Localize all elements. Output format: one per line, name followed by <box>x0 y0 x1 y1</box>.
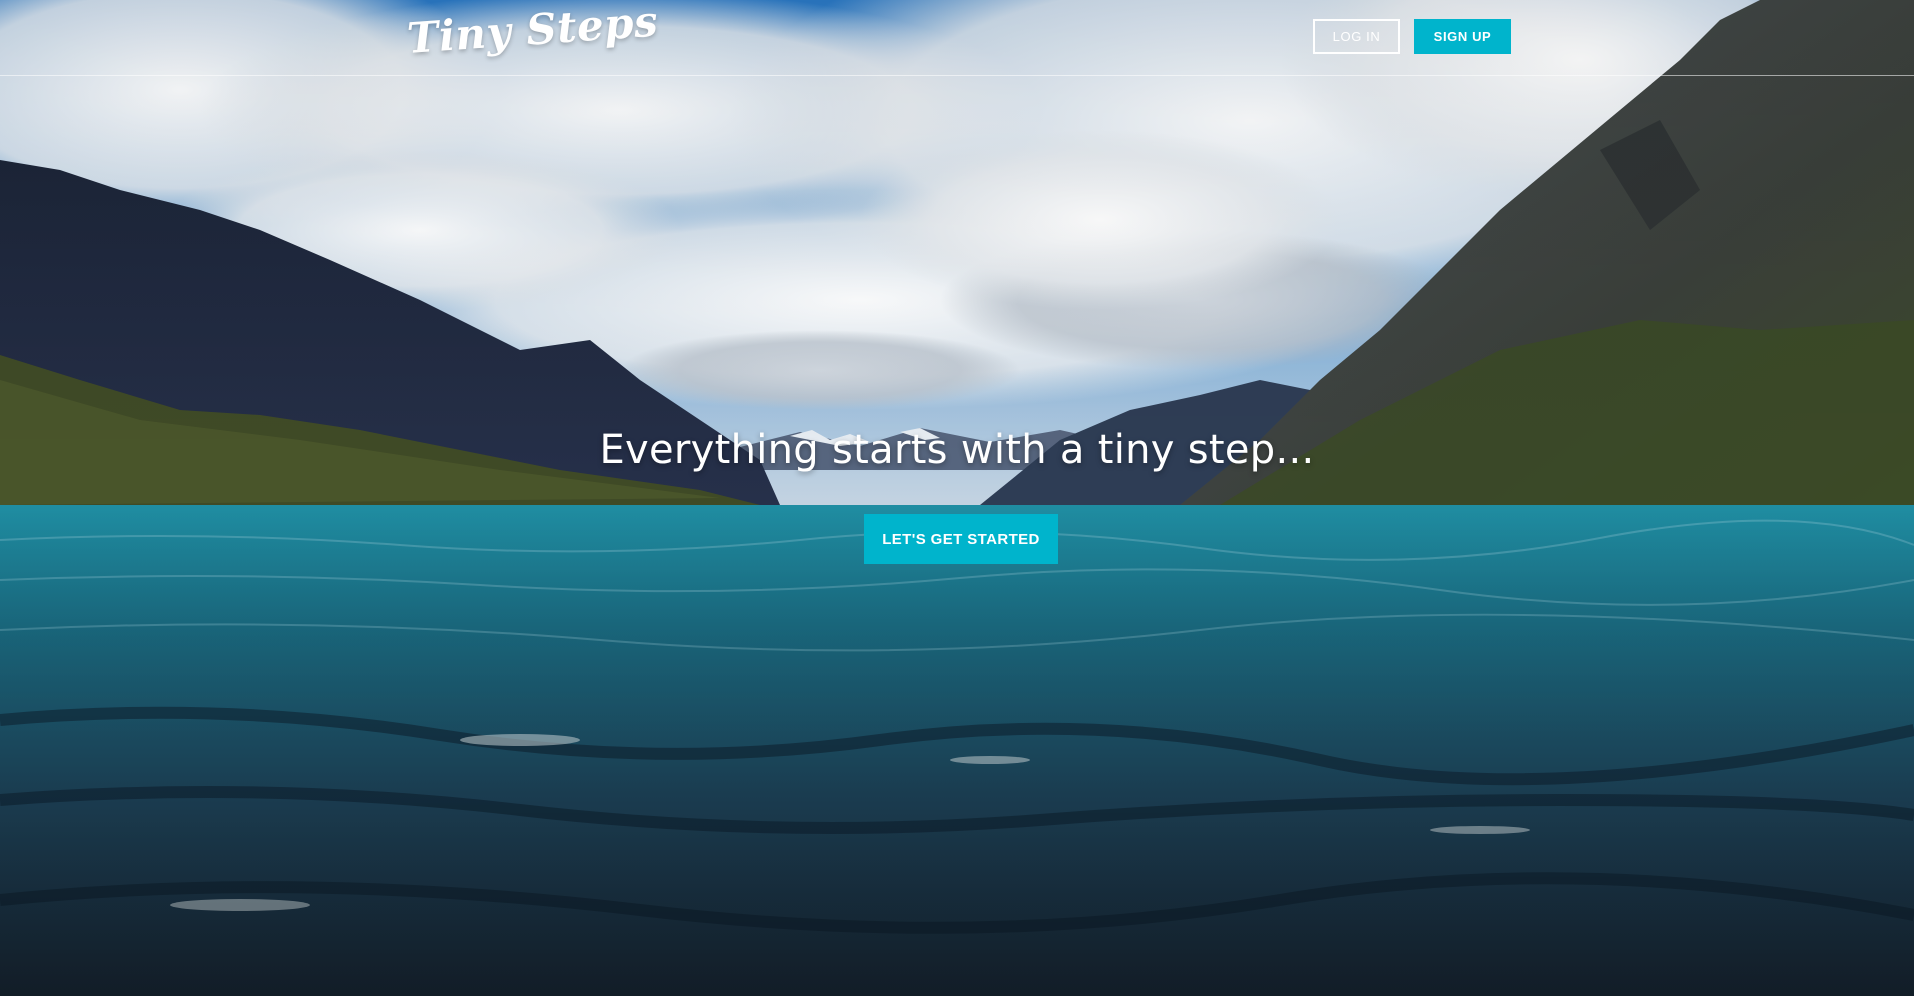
top-navbar: Tiny Steps LOG IN SIGN UP <box>0 0 1914 76</box>
site-logo[interactable]: Tiny Steps <box>406 0 660 63</box>
hero-background-image <box>0 0 1914 996</box>
get-started-button[interactable]: LET'S GET STARTED <box>864 514 1058 564</box>
landing-page: Tiny Steps LOG IN SIGN UP Everything sta… <box>0 0 1914 996</box>
hero-headline: Everything starts with a tiny step... <box>599 427 1315 473</box>
login-button[interactable]: LOG IN <box>1313 19 1400 54</box>
signup-button[interactable]: SIGN UP <box>1414 19 1511 54</box>
